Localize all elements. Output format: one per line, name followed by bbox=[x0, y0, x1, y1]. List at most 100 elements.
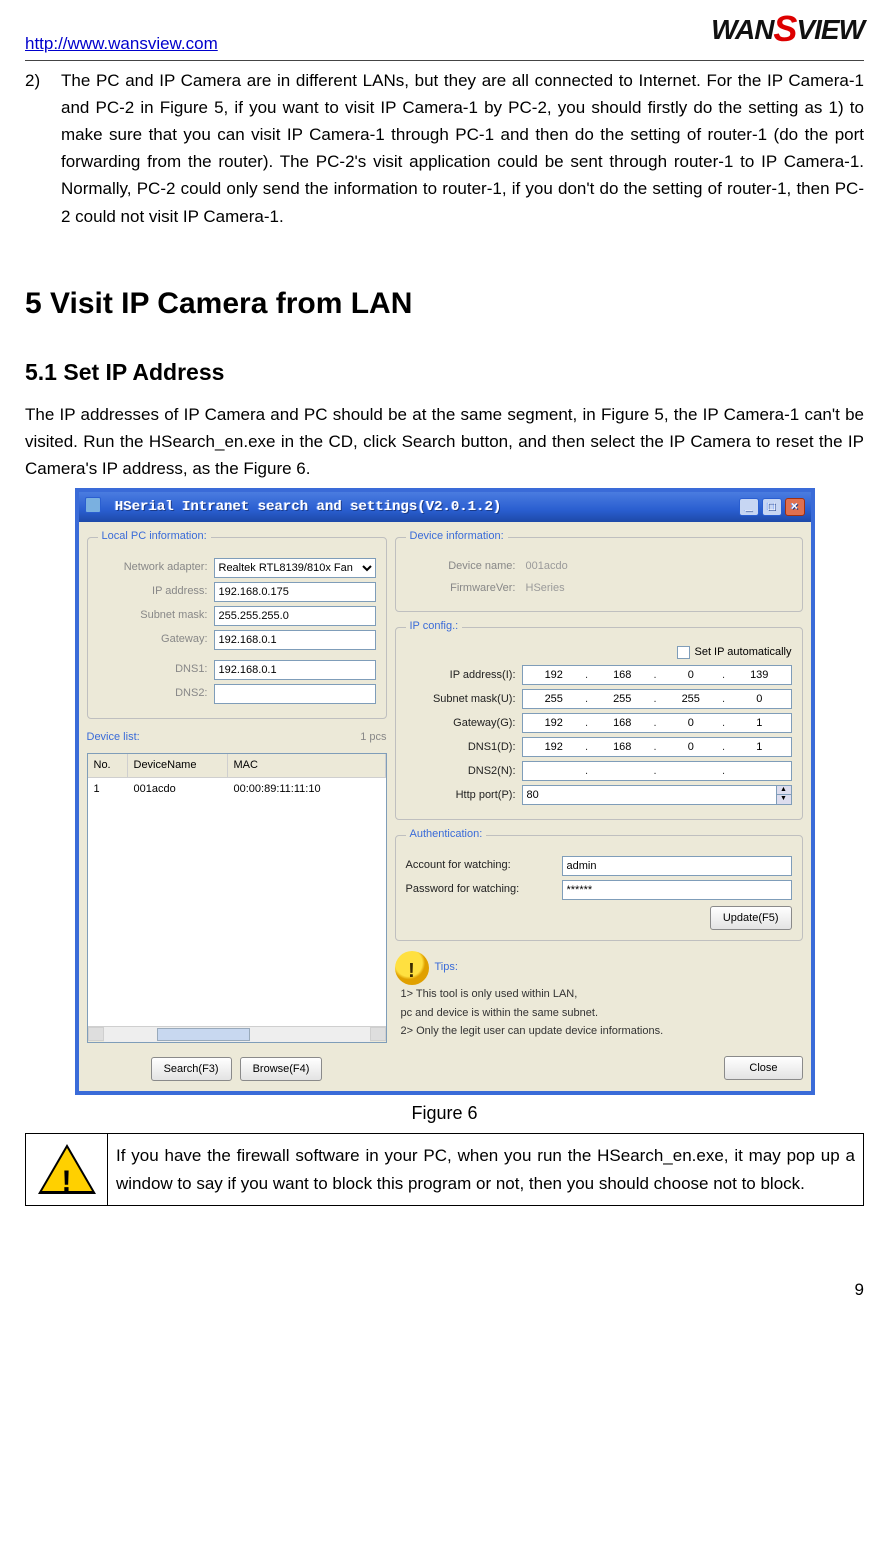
col-name[interactable]: DeviceName bbox=[128, 754, 228, 778]
device-info-legend: Device information: bbox=[406, 528, 508, 546]
d1-oct-1[interactable]: 192 bbox=[523, 739, 586, 757]
titlebar[interactable]: HSerial Intranet search and settings(V2.… bbox=[79, 492, 811, 522]
sn-oct-2[interactable]: 255 bbox=[591, 691, 654, 709]
tip-line-1: 1> This tool is only used within LAN, bbox=[401, 986, 803, 1004]
device-list-box[interactable]: No. DeviceName MAC 1 001acdo 00:00:89:11… bbox=[87, 753, 387, 1043]
device-list-legend: Device list: bbox=[87, 729, 140, 747]
page-number: 9 bbox=[25, 1276, 864, 1323]
tips-block: Tips: 1> This tool is only used within L… bbox=[395, 951, 803, 1042]
cell-no: 1 bbox=[88, 778, 128, 802]
spin-up-icon[interactable]: ▲ bbox=[777, 786, 791, 795]
sn-oct-1[interactable]: 255 bbox=[523, 691, 586, 709]
gw-oct-4[interactable]: 1 bbox=[728, 715, 791, 733]
horizontal-scrollbar[interactable] bbox=[88, 1026, 386, 1042]
app-icon bbox=[85, 497, 101, 513]
window-buttons: _ □ × bbox=[739, 498, 805, 516]
gw-oct-1[interactable]: 192 bbox=[523, 715, 586, 733]
local-ip-label: IP address: bbox=[98, 583, 208, 601]
cfg-subnet-label: Subnet mask(U): bbox=[406, 691, 516, 709]
list-item-2-text: The PC and IP Camera are in different LA… bbox=[61, 67, 864, 230]
spin-down-icon[interactable]: ▼ bbox=[777, 795, 791, 804]
left-button-bar: Search(F3) Browse(F4) bbox=[87, 1057, 387, 1081]
tip-line-2: pc and device is within the same subnet. bbox=[401, 1005, 803, 1023]
auto-ip-checkbox[interactable] bbox=[677, 646, 690, 659]
gw-oct-2[interactable]: 168 bbox=[591, 715, 654, 733]
cell-name: 001acdo bbox=[128, 778, 228, 802]
local-dns1-label: DNS1: bbox=[98, 661, 208, 679]
sn-oct-4[interactable]: 0 bbox=[728, 691, 791, 709]
password-input[interactable] bbox=[562, 880, 792, 900]
close-window-button[interactable]: Close bbox=[724, 1056, 802, 1080]
local-gateway-input[interactable] bbox=[214, 630, 376, 650]
header-link[interactable]: http://www.wansview.com bbox=[25, 30, 218, 57]
d1-oct-4[interactable]: 1 bbox=[728, 739, 791, 757]
cfg-gateway-input[interactable]: 192. 168. 0. 1 bbox=[522, 713, 792, 733]
list-item-2: 2) The PC and IP Camera are in different… bbox=[25, 67, 864, 230]
scroll-left-button[interactable] bbox=[88, 1027, 104, 1041]
cfg-dns2-label: DNS2(N): bbox=[406, 763, 516, 781]
update-button[interactable]: Update(F5) bbox=[710, 906, 792, 930]
scroll-track[interactable] bbox=[104, 1027, 370, 1042]
tips-icon bbox=[395, 951, 429, 985]
figure-6-caption: Figure 6 bbox=[25, 1099, 864, 1128]
cell-mac: 00:00:89:11:11:10 bbox=[228, 778, 386, 802]
cfg-dns2-input[interactable]: . . . bbox=[522, 761, 792, 781]
ip-oct-3[interactable]: 0 bbox=[660, 667, 723, 685]
device-name-label: Device name: bbox=[406, 558, 516, 576]
local-pc-legend: Local PC information: bbox=[98, 528, 211, 546]
ip-config-group: IP config.: Set IP automatically IP addr… bbox=[395, 618, 803, 820]
auth-group: Authentication: Account for watching: Pa… bbox=[395, 826, 803, 941]
col-mac[interactable]: MAC bbox=[228, 754, 386, 778]
sn-oct-3[interactable]: 255 bbox=[660, 691, 723, 709]
device-list-row[interactable]: 1 001acdo 00:00:89:11:11:10 bbox=[88, 778, 386, 802]
network-adapter-select[interactable]: Realtek RTL8139/810x Fan bbox=[214, 558, 376, 578]
account-input[interactable] bbox=[562, 856, 792, 876]
hsearch-window: HSerial Intranet search and settings(V2.… bbox=[75, 488, 815, 1095]
window-title: HSerial Intranet search and settings(V2.… bbox=[115, 499, 501, 515]
browse-button[interactable]: Browse(F4) bbox=[240, 1057, 323, 1081]
device-list-header: Device list: 1 pcs bbox=[87, 729, 387, 747]
gw-oct-3[interactable]: 0 bbox=[660, 715, 723, 733]
auto-ip-label: Set IP automatically bbox=[694, 644, 791, 662]
d1-oct-3[interactable]: 0 bbox=[660, 739, 723, 757]
local-dns1-input[interactable] bbox=[214, 660, 376, 680]
ip-oct-4[interactable]: 139 bbox=[728, 667, 791, 685]
http-port-spinner[interactable]: ▲ ▼ bbox=[522, 785, 792, 805]
ip-oct-2[interactable]: 168 bbox=[591, 667, 654, 685]
minimize-button[interactable]: _ bbox=[739, 498, 759, 516]
http-port-stepper[interactable]: ▲ ▼ bbox=[776, 785, 792, 805]
search-button[interactable]: Search(F3) bbox=[151, 1057, 232, 1081]
device-name-value: 001acdo bbox=[522, 558, 792, 576]
http-port-input[interactable] bbox=[522, 785, 776, 805]
warning-text: If you have the firewall software in you… bbox=[108, 1134, 864, 1205]
section-5-1-paragraph: The IP addresses of IP Camera and PC sho… bbox=[25, 401, 864, 483]
tips-legend: Tips: bbox=[435, 959, 458, 977]
auth-legend: Authentication: bbox=[406, 826, 487, 844]
local-subnet-input[interactable] bbox=[214, 606, 376, 626]
logo-text-s: S bbox=[773, 8, 796, 49]
local-subnet-label: Subnet mask: bbox=[98, 607, 208, 625]
ip-oct-1[interactable]: 192 bbox=[523, 667, 586, 685]
cfg-dns1-input[interactable]: 192. 168. 0. 1 bbox=[522, 737, 792, 757]
password-label: Password for watching: bbox=[406, 881, 556, 899]
device-info-group: Device information: Device name: 001acdo… bbox=[395, 528, 803, 612]
ip-config-legend: IP config.: bbox=[406, 618, 463, 636]
page-header: http://www.wansview.com WANSVIEW bbox=[25, 0, 864, 61]
scroll-thumb[interactable] bbox=[157, 1028, 250, 1041]
firmware-value: HSeries bbox=[522, 580, 792, 598]
col-no[interactable]: No. bbox=[88, 754, 128, 778]
logo-text-view: VIEW bbox=[796, 14, 864, 45]
scroll-right-button[interactable] bbox=[370, 1027, 386, 1041]
local-pc-group: Local PC information: Network adapter: R… bbox=[87, 528, 387, 719]
cfg-ip-label: IP address(I): bbox=[406, 667, 516, 685]
warning-icon: ! bbox=[38, 1144, 96, 1196]
cfg-dns1-label: DNS1(D): bbox=[406, 739, 516, 757]
tip-line-3: 2> Only the legit user can update device… bbox=[401, 1023, 803, 1041]
local-ip-input[interactable] bbox=[214, 582, 376, 602]
maximize-button[interactable]: □ bbox=[762, 498, 782, 516]
local-dns2-input[interactable] bbox=[214, 684, 376, 704]
close-button[interactable]: × bbox=[785, 498, 805, 516]
cfg-subnet-input[interactable]: 255. 255. 255. 0 bbox=[522, 689, 792, 709]
cfg-ip-input[interactable]: 192. 168. 0. 139 bbox=[522, 665, 792, 685]
d1-oct-2[interactable]: 168 bbox=[591, 739, 654, 757]
